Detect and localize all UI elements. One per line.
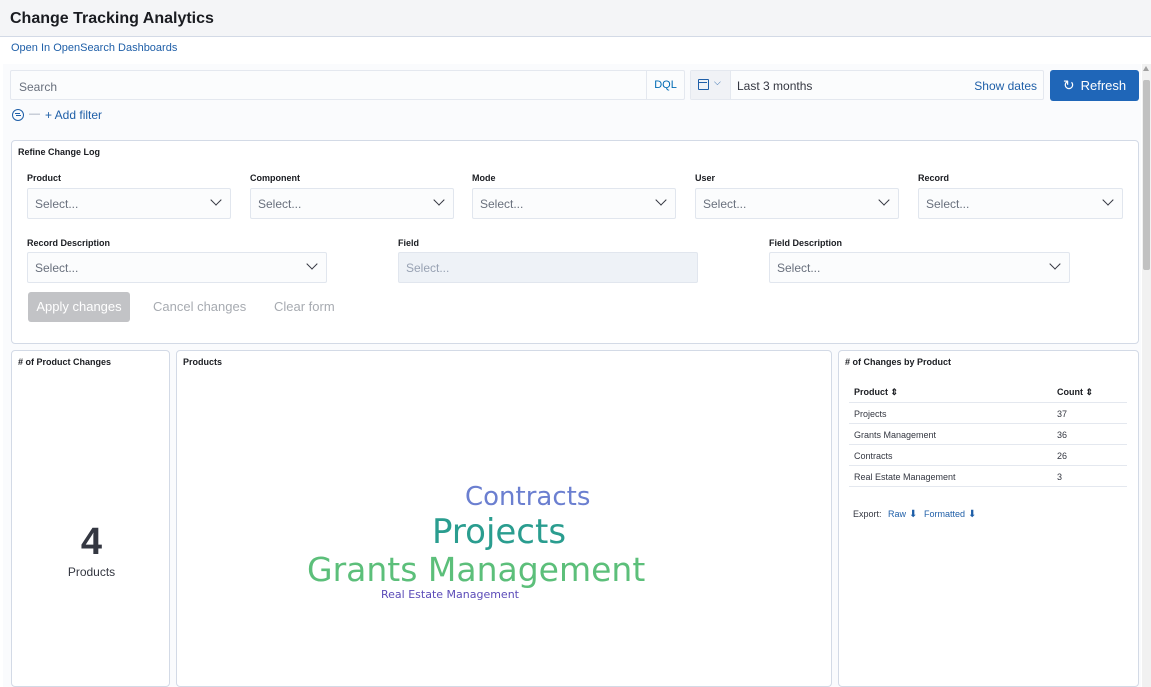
scrollbar-thumb[interactable] bbox=[1143, 80, 1150, 270]
select-placeholder: Select... bbox=[258, 197, 302, 211]
changes-by-product-panel: # of Changes by Product Product ⇕ Count … bbox=[838, 350, 1139, 687]
metric-label: Products bbox=[67, 565, 116, 579]
count-column-header[interactable]: Count ⇕ bbox=[1057, 387, 1093, 398]
field-description-label: Field Description bbox=[769, 238, 843, 248]
search-input[interactable]: Search DQL bbox=[10, 70, 685, 100]
record-description-label: Record Description bbox=[27, 238, 111, 248]
products-word-cloud-panel: Products Contracts Projects Grants Manag… bbox=[176, 350, 832, 687]
mode-select[interactable]: Select... bbox=[472, 188, 676, 219]
refresh-icon: ↻ bbox=[1062, 77, 1075, 93]
apply-changes-button[interactable]: Apply changes bbox=[28, 292, 130, 322]
product-changes-metric-panel: # of Product Changes 4 Products bbox=[11, 350, 170, 687]
chevron-down-icon bbox=[210, 194, 222, 206]
product-column-header[interactable]: Product ⇕ bbox=[854, 387, 898, 398]
open-in-opensearch-link[interactable]: Open In OpenSearch Dashboards bbox=[11, 42, 177, 54]
select-placeholder: Select... bbox=[35, 197, 79, 211]
table-row: Real Estate Management 3 bbox=[849, 466, 1127, 487]
select-placeholder: Select... bbox=[406, 261, 450, 275]
scroll-up-arrow-icon[interactable] bbox=[1143, 66, 1149, 71]
refine-change-log-panel: Refine Change Log Product Select... Comp… bbox=[11, 140, 1139, 344]
product-cell: Contracts bbox=[854, 451, 893, 461]
count-cell: 3 bbox=[1057, 472, 1063, 482]
clear-form-button[interactable]: Clear form bbox=[274, 299, 335, 314]
chevron-down-icon bbox=[1102, 194, 1114, 206]
select-placeholder: Select... bbox=[777, 261, 821, 275]
field-label: Field bbox=[398, 238, 420, 248]
table-row: Projects 37 bbox=[849, 403, 1127, 424]
panel-title: Products bbox=[183, 357, 223, 367]
export-raw-link[interactable]: Raw ⬇ bbox=[888, 509, 918, 520]
export-label: Export: bbox=[853, 509, 882, 519]
product-cell: Grants Management bbox=[854, 430, 937, 440]
chevron-down-icon bbox=[878, 194, 890, 206]
select-placeholder: Select... bbox=[926, 197, 970, 211]
title-bar: Change Tracking Analytics bbox=[0, 0, 1151, 37]
record-description-select[interactable]: Select... bbox=[27, 252, 327, 283]
filter-options-icon[interactable] bbox=[12, 109, 24, 121]
word-cloud-term[interactable]: Contracts bbox=[465, 484, 590, 510]
chevron-down-icon bbox=[306, 258, 318, 270]
product-select[interactable]: Select... bbox=[27, 188, 231, 219]
user-label: User bbox=[695, 173, 716, 183]
panel-title: # of Product Changes bbox=[18, 357, 112, 367]
product-cell: Real Estate Management bbox=[854, 472, 956, 482]
select-placeholder: Select... bbox=[480, 197, 524, 211]
chevron-down-icon bbox=[1049, 258, 1061, 270]
table-row: Contracts 26 bbox=[849, 445, 1127, 466]
page-title: Change Tracking Analytics bbox=[10, 10, 214, 27]
word-cloud-term[interactable]: Projects bbox=[432, 515, 566, 549]
record-label: Record bbox=[918, 173, 950, 183]
product-label: Product bbox=[27, 173, 62, 183]
time-range-value[interactable]: Last 3 months bbox=[737, 79, 812, 93]
query-language-button[interactable]: DQL bbox=[646, 71, 684, 99]
count-cell: 36 bbox=[1057, 430, 1068, 440]
page-scrollbar[interactable] bbox=[1142, 64, 1151, 687]
export-formatted-label: Formatted bbox=[923, 509, 965, 519]
mode-label: Mode bbox=[472, 173, 496, 183]
chevron-down-icon bbox=[433, 194, 445, 206]
chevron-down-icon bbox=[655, 194, 667, 206]
date-picker: ⌵ Last 3 months Show dates bbox=[690, 70, 1044, 100]
select-placeholder: Select... bbox=[703, 197, 747, 211]
chevron-down-icon: ⌵ bbox=[714, 77, 721, 87]
count-cell: 26 bbox=[1057, 451, 1068, 461]
refresh-label: Refresh bbox=[1080, 78, 1127, 93]
component-label: Component bbox=[250, 173, 300, 183]
calendar-icon bbox=[698, 79, 709, 90]
word-cloud-term[interactable]: Real Estate Management bbox=[381, 589, 519, 600]
field-description-select[interactable]: Select... bbox=[769, 252, 1070, 283]
panel-title: # of Changes by Product bbox=[845, 357, 952, 367]
metric-value: 4 bbox=[80, 521, 103, 563]
export-formatted-link[interactable]: Formatted ⬇ bbox=[923, 509, 977, 520]
cancel-changes-button[interactable]: Cancel changes bbox=[153, 299, 246, 314]
data-table: Product ⇕ Count ⇕ Projects 37 Grants Man… bbox=[849, 381, 1127, 487]
export-row: Export: Raw ⬇ Formatted ⬇ bbox=[853, 509, 976, 520]
table-row: Grants Management 36 bbox=[849, 424, 1127, 445]
panel-title: Refine Change Log bbox=[18, 147, 101, 157]
download-icon: ⬇ bbox=[909, 509, 918, 520]
word-cloud-term[interactable]: Grants Management bbox=[307, 553, 645, 586]
filter-separator: — bbox=[29, 108, 40, 120]
count-cell: 37 bbox=[1057, 409, 1068, 419]
record-select[interactable]: Select... bbox=[918, 188, 1123, 219]
search-placeholder: Search bbox=[19, 80, 58, 94]
component-select[interactable]: Select... bbox=[250, 188, 454, 219]
show-dates-link[interactable]: Show dates bbox=[974, 79, 1037, 93]
download-icon: ⬇ bbox=[967, 509, 977, 520]
quick-select-button[interactable]: ⌵ bbox=[691, 71, 731, 99]
table-header-row: Product ⇕ Count ⇕ bbox=[849, 381, 1127, 403]
field-select: Select... bbox=[398, 252, 698, 283]
user-select[interactable]: Select... bbox=[695, 188, 899, 219]
refresh-button[interactable]: ↻ Refresh bbox=[1050, 70, 1139, 101]
add-filter-link[interactable]: + Add filter bbox=[45, 108, 102, 122]
product-cell: Projects bbox=[854, 409, 887, 419]
select-placeholder: Select... bbox=[35, 261, 79, 275]
export-raw-label: Raw bbox=[888, 509, 907, 519]
